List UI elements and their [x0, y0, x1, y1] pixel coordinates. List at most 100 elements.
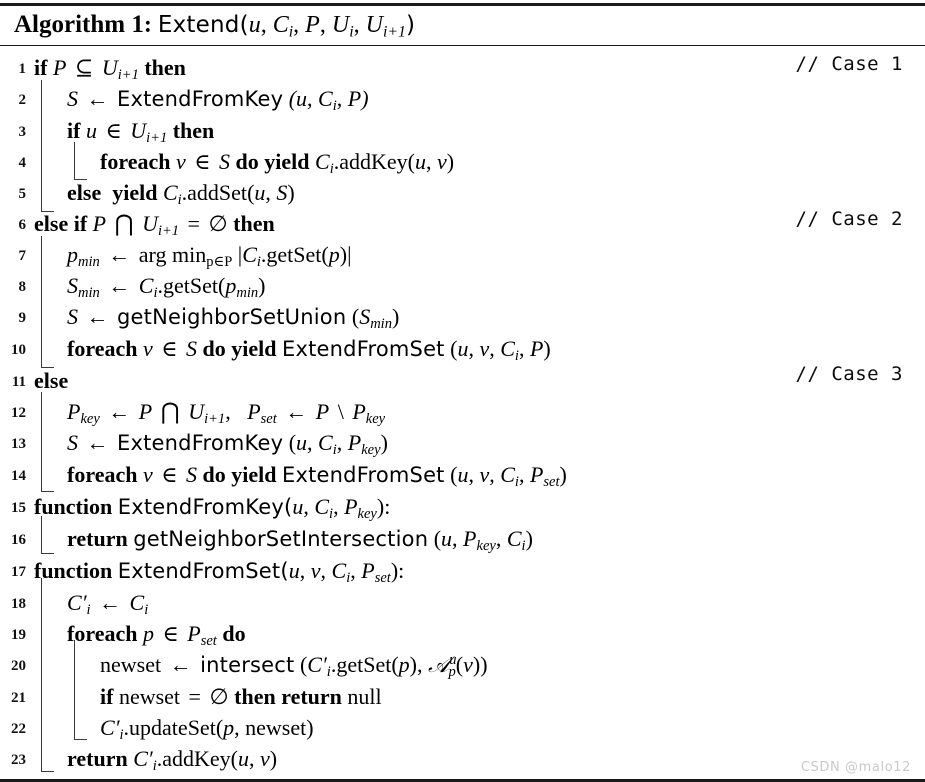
id-extend-from-set: ExtendFromSet — [117, 558, 281, 583]
line-content: S ← ExtendFromKey (u, Ci, P) — [67, 85, 369, 114]
code-line: 14 foreach v ∈ S do yield ExtendFromSet … — [0, 459, 925, 491]
line-number: 3 — [18, 123, 27, 140]
code-line: 2 S ← ExtendFromKey (u, Ci, P) — [0, 83, 925, 115]
line-content: Pkey ← P ⋂ Ui+1, Pset ← P \ Pkey — [67, 397, 386, 427]
code-line: 6 else if P ⋂ Ui+1 = ∅ then — [0, 208, 925, 239]
line-number: 1 — [18, 60, 27, 77]
arg-ui1: Ui+1 — [365, 12, 406, 41]
id-add-key: addKey — [162, 745, 231, 771]
line-number: 14 — [11, 467, 26, 484]
kw-foreach: foreach — [100, 148, 171, 174]
id-extend-from-key: ExtendFromKey — [117, 494, 284, 519]
line-content: else — [26, 365, 925, 396]
line-content: foreach p ∈ Pset do — [67, 620, 246, 649]
algorithm-block: Algorithm 1: Extend(u, Ci, P, Ui, Ui+1) … — [0, 3, 925, 782]
line-content: S ← getNeighborSetUnion (Smin) — [67, 303, 400, 332]
kw-yield: yield — [112, 179, 158, 205]
line-content: C′i ← Ci — [67, 589, 149, 618]
line-content: Smin ← Ci.getSet(pmin) — [67, 272, 266, 301]
kw-return: return — [67, 525, 128, 551]
id-add-key: addKey — [339, 148, 408, 174]
code-line: 5 else yield Ci.addSet(u, S) — [0, 177, 925, 208]
kw-if: if — [67, 117, 81, 143]
algorithm-label: Algorithm 1 — [14, 11, 144, 38]
id-get-neighbor-set-union: getNeighborSetUnion — [117, 304, 347, 329]
kw-do: do — [202, 335, 226, 361]
line-number: 12 — [11, 404, 26, 421]
line-content: if u ∈ Ui+1 then — [67, 117, 215, 146]
kw-function: function — [34, 557, 113, 583]
id-extend-from-key: ExtendFromKey — [117, 430, 284, 455]
code-line: 9 S ← getNeighborSetUnion (Smin) — [0, 301, 925, 333]
id-get-set: getSet — [336, 651, 392, 677]
id-get-set: getSet — [266, 241, 322, 267]
line-number: 9 — [18, 309, 27, 326]
kw-then: then — [234, 683, 276, 709]
code-line: 13 S ← ExtendFromKey (u, Ci, Pkey) — [0, 427, 925, 459]
op-arg-min: arg min — [138, 241, 207, 267]
code-line: 1 if P ⊆ Ui+1 then — [0, 52, 925, 83]
code-line: 21 if newset = ∅ then return null — [0, 681, 925, 712]
line-number: 23 — [11, 751, 26, 768]
arg-u: u — [248, 12, 261, 38]
line-content: if newset = ∅ then return null — [100, 683, 382, 709]
code-line: 19 foreach p ∈ Pset do — [0, 618, 925, 649]
kw-else: else — [34, 367, 69, 393]
line-number: 7 — [18, 247, 27, 264]
code-line: 22 C′i.updateSet(p, newset) — [0, 712, 925, 743]
kw-else: else — [67, 179, 102, 205]
line-content: return getNeighborSetIntersection (u, Pk… — [67, 525, 533, 554]
kw-foreach: foreach — [67, 335, 138, 361]
kw-foreach: foreach — [67, 620, 138, 646]
kw-if: if — [100, 683, 114, 709]
arg-ci: Ci — [272, 12, 294, 41]
line-content: S ← ExtendFromKey (u, Ci, Pkey) — [67, 429, 388, 458]
kw-then: then — [144, 54, 186, 80]
code-line: 11 else — [0, 365, 925, 396]
arg-p: P — [305, 12, 320, 38]
rule-bottom — [0, 778, 925, 782]
line-number: 19 — [11, 626, 26, 643]
line-number: 22 — [11, 720, 26, 737]
id-update-set: updateSet — [129, 714, 216, 740]
id-newset: newset — [100, 651, 162, 677]
kw-return: return — [67, 745, 128, 771]
kw-do: do — [202, 461, 226, 487]
id-extend-from-key: ExtendFromKey — [117, 86, 284, 111]
line-content: else yield Ci.addSet(u, S) — [67, 179, 295, 208]
line-content: else if P ⋂ Ui+1 = ∅ then — [34, 209, 275, 239]
kw-yield: yield — [264, 148, 310, 174]
id-extend-from-set: ExtendFromSet — [282, 462, 445, 487]
code-line: 3 if u ∈ Ui+1 then — [0, 115, 925, 146]
line-number: 11 — [11, 373, 26, 390]
kw-do: do — [235, 148, 259, 174]
line-content: if P ⊆ Ui+1 then — [34, 54, 186, 83]
id-extend-from-set: ExtendFromSet — [282, 336, 445, 361]
code-line: 20 newset ← intersect (C′i.getSet(p), 𝒜u… — [0, 649, 925, 681]
line-content: foreach v ∈ S do yield ExtendFromSet (u,… — [67, 461, 567, 490]
algorithm-body: // Case 1 // Case 2 // Case 3 1 if P ⊆ U… — [0, 46, 925, 779]
arg-ui: Ui — [331, 12, 354, 41]
algorithm-title: Algorithm 1: Extend(u, Ci, P, Ui, Ui+1) — [14, 11, 416, 41]
algorithm-colon: : — [143, 12, 152, 38]
line-number: 21 — [11, 689, 26, 706]
id-get-set: getSet — [163, 272, 219, 298]
line-content: C′i.updateSet(p, newset) — [100, 714, 314, 743]
line-number: 18 — [11, 595, 26, 612]
kw-then: then — [172, 117, 215, 143]
line-number: 13 — [11, 435, 26, 452]
kw-then: then — [233, 210, 275, 236]
line-number: 2 — [18, 91, 27, 108]
id-get-neighbor-set-intersection: getNeighborSetIntersection — [133, 526, 429, 551]
kw-if: if — [34, 54, 48, 80]
line-content: function ExtendFromKey(u, Ci, Pkey): — [34, 493, 391, 522]
code-line: 15 function ExtendFromKey(u, Ci, Pkey): — [0, 491, 925, 523]
kw-foreach: foreach — [67, 461, 138, 487]
line-number: 10 — [11, 341, 26, 358]
code-line: 16 return getNeighborSetIntersection (u,… — [0, 523, 925, 555]
algorithm-signature-close: ) — [405, 12, 416, 38]
code-line: 12 Pkey ← P ⋂ Ui+1, Pset ← P \ Pkey — [0, 396, 925, 427]
kw-else: else — [34, 210, 69, 236]
id-newset: newset — [245, 714, 307, 740]
code-line: 7 pmin ← arg minp∈P |Ci.getSet(p)| — [0, 239, 925, 270]
